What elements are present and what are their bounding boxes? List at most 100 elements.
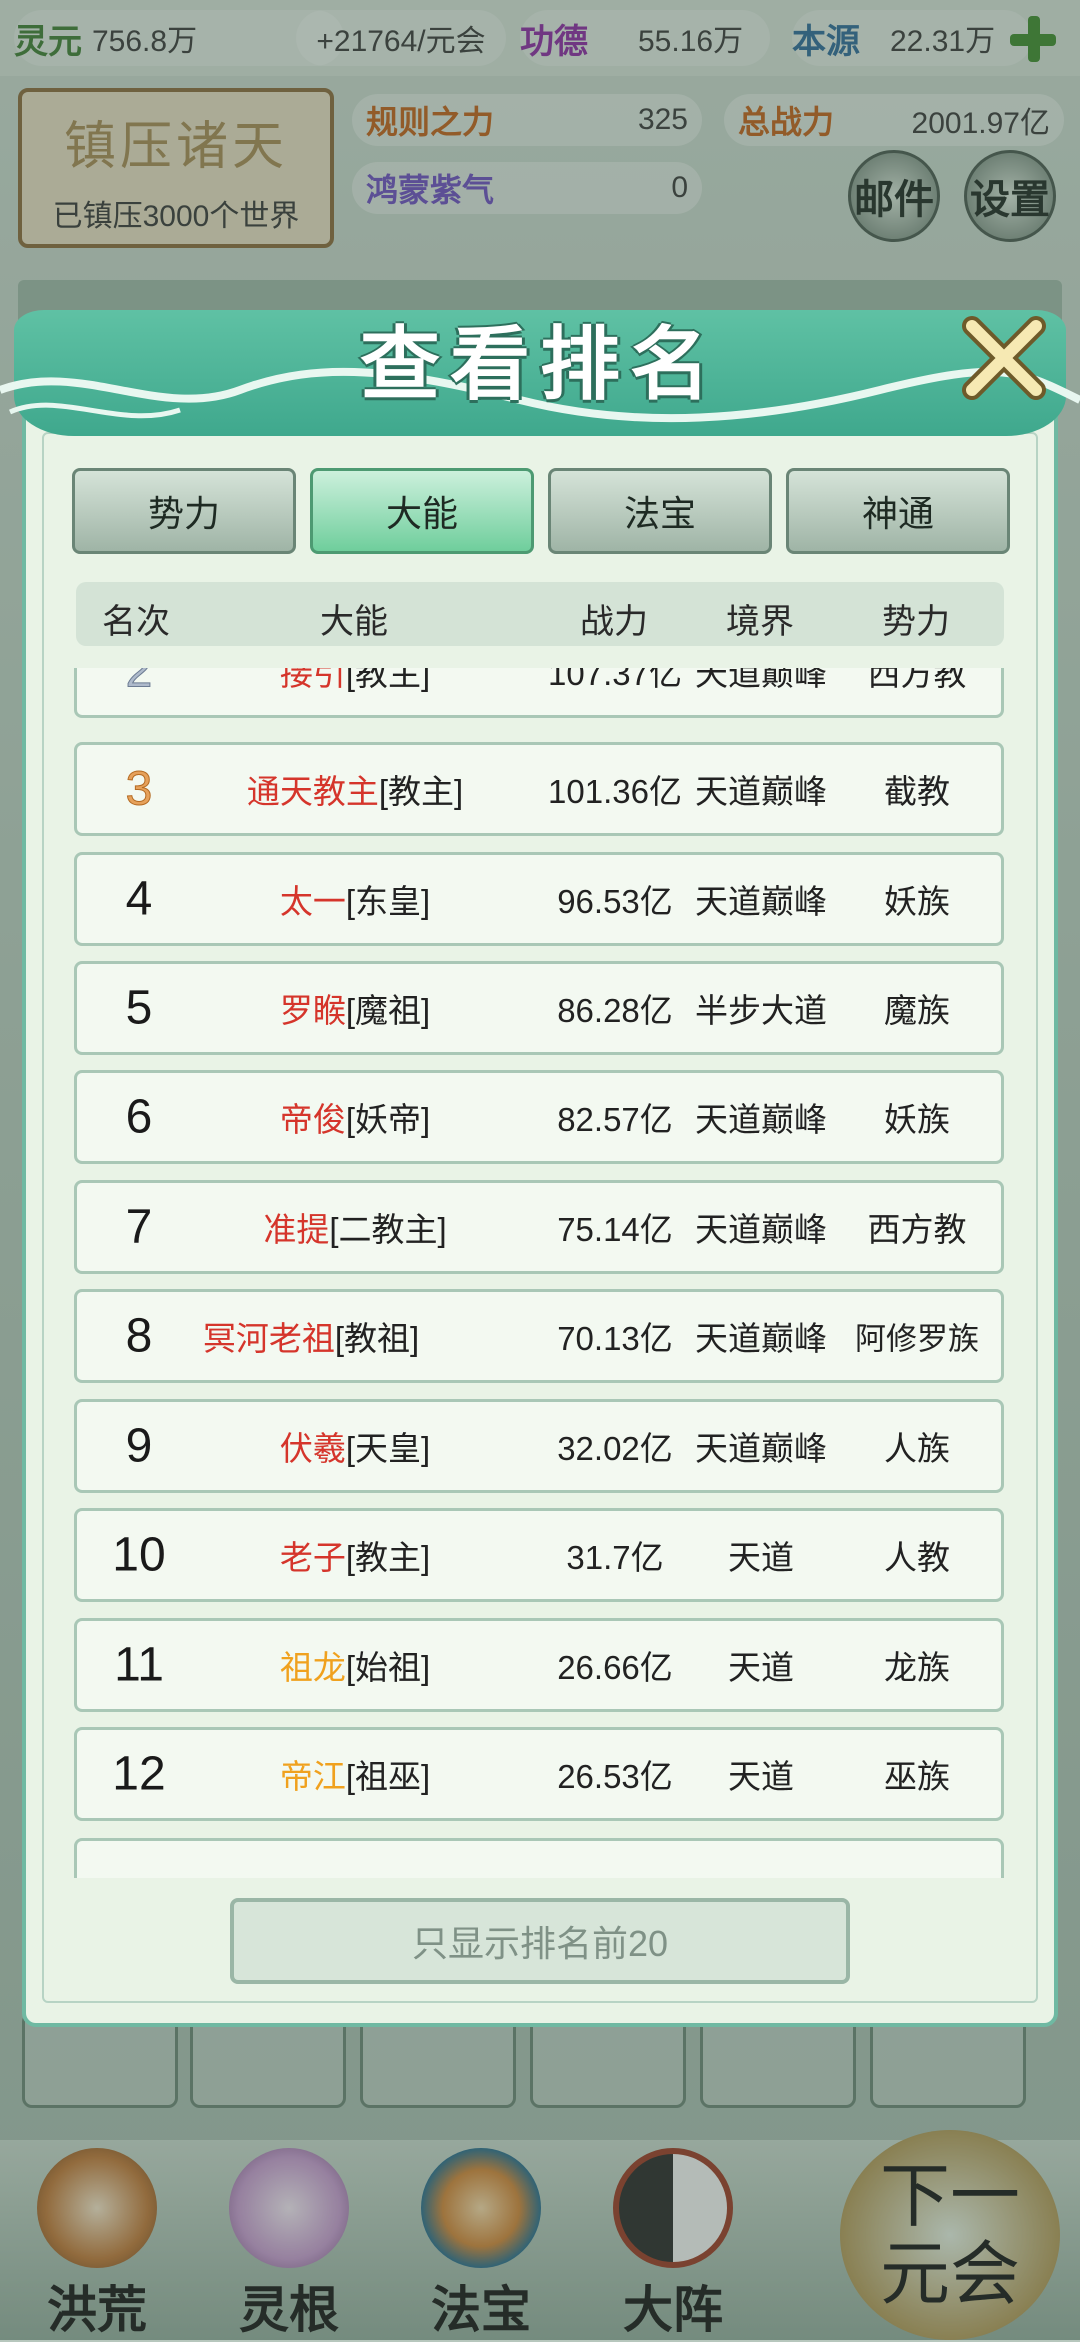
faction-cell: 妖族 — [884, 883, 950, 920]
name-text: 罗睺 — [279, 992, 346, 1029]
table-row[interactable]: 11 祖龙[始祖] 26.66亿 天道 龙族 — [74, 1618, 1004, 1712]
faction-cell: 人教 — [884, 1539, 950, 1576]
name-cell: 冥河老祖[教祖] — [203, 1312, 419, 1360]
rank-cell: 12 — [112, 1747, 166, 1801]
title-text: [东皇] — [345, 883, 431, 920]
table-row[interactable]: 9 伏羲[天皇] 32.02亿 天道巅峰 人族 — [74, 1399, 1004, 1493]
title-text: [二教主] — [329, 1211, 447, 1248]
col-realm: 境界 — [726, 603, 794, 641]
realm-cell: 天道 — [728, 1539, 794, 1576]
title-text: [教主] — [345, 668, 431, 692]
title-text: [教祖] — [334, 1320, 420, 1357]
table-row[interactable]: 10 老子[教主] 31.7亿 天道 人教 — [74, 1508, 1004, 1602]
faction-cell: 人族 — [884, 1430, 950, 1467]
power-cell: 96.53亿 — [557, 883, 673, 920]
name-text: 通天教主 — [246, 773, 379, 810]
name-text: 冥河老祖 — [202, 1320, 335, 1357]
col-faction: 势力 — [882, 603, 950, 641]
tab-daneng-label: 大能 — [385, 493, 458, 534]
table-row[interactable]: 7 准提[二教主] 75.14亿 天道巅峰 西方教 — [74, 1180, 1004, 1274]
faction-cell: 龙族 — [884, 1649, 950, 1686]
table-row-partial[interactable] — [74, 1838, 1004, 1878]
name-cell: 太一[东皇] — [280, 875, 430, 923]
realm-cell: 天道巅峰 — [695, 773, 827, 810]
col-power: 战力 — [580, 603, 648, 641]
name-cell: 接引[教主] — [280, 668, 430, 695]
name-text: 老子 — [279, 1539, 346, 1576]
realm-cell: 天道巅峰 — [695, 668, 827, 692]
name-text: 帝江 — [279, 1758, 346, 1795]
table-row[interactable]: 8 冥河老祖[教祖] 70.13亿 天道巅峰 阿修罗族 — [74, 1289, 1004, 1383]
name-cell: 通天教主[教主] — [247, 765, 463, 813]
faction-cell: 西方教 — [867, 1211, 967, 1248]
tab-fabao[interactable]: 法宝 — [548, 468, 772, 554]
realm-cell: 天道巅峰 — [695, 883, 827, 920]
rank-cell: 6 — [125, 1090, 153, 1144]
name-cell: 准提[二教主] — [263, 1203, 446, 1251]
dialog-title: 查看排名 — [360, 317, 720, 411]
faction-cell: 巫族 — [884, 1758, 950, 1795]
faction-cell: 西方教 — [867, 668, 967, 692]
ranking-list[interactable]: 2 接引[教主] 107.37亿 天道巅峰 西方教 3 通天教主[教主] 101… — [72, 668, 1008, 1878]
realm-cell: 天道巅峰 — [695, 1101, 827, 1138]
realm-cell: 天道 — [728, 1649, 794, 1686]
name-text: 准提 — [263, 1211, 330, 1248]
top20-filter-button[interactable]: 只显示排名前20 — [230, 1898, 850, 1984]
col-name: 大能 — [320, 603, 388, 641]
rank-cell: 7 — [125, 1200, 153, 1254]
name-text: 伏羲 — [279, 1430, 346, 1467]
name-cell: 帝俊[妖帝] — [280, 1093, 430, 1141]
name-cell: 伏羲[天皇] — [280, 1422, 430, 1470]
rank-cell: 3 — [125, 762, 153, 816]
name-text: 接引 — [279, 668, 346, 692]
rank-cell: 2 — [125, 668, 153, 698]
top20-filter-label: 只显示排名前20 — [411, 1923, 669, 1964]
name-text: 帝俊 — [279, 1101, 346, 1138]
realm-cell: 半步大道 — [695, 992, 827, 1029]
title-text: [天皇] — [345, 1430, 431, 1467]
name-cell: 罗睺[魔祖] — [280, 984, 430, 1032]
table-row[interactable]: 5 罗睺[魔祖] 86.28亿 半步大道 魔族 — [74, 961, 1004, 1055]
title-text: [魔祖] — [345, 992, 431, 1029]
faction-cell: 阿修罗族 — [855, 1321, 979, 1357]
rank-cell: 9 — [125, 1419, 153, 1473]
faction-cell: 截教 — [884, 773, 950, 810]
tab-shentong[interactable]: 神通 — [786, 468, 1010, 554]
column-header: 名次 大能 战力 境界 势力 — [76, 582, 1004, 646]
col-rank: 名次 — [102, 603, 170, 641]
name-cell: 帝江[祖巫] — [280, 1750, 430, 1798]
table-row[interactable]: 4 太一[东皇] 96.53亿 天道巅峰 妖族 — [74, 852, 1004, 946]
power-cell: 26.66亿 — [557, 1649, 673, 1686]
power-cell: 86.28亿 — [557, 992, 673, 1029]
rank-cell: 11 — [114, 1638, 164, 1692]
power-cell: 107.37亿 — [548, 668, 682, 692]
rank-cell: 4 — [125, 872, 153, 926]
name-text: 太一 — [279, 883, 346, 920]
realm-cell: 天道巅峰 — [695, 1320, 827, 1357]
title-text: [始祖] — [345, 1649, 431, 1686]
title-text: [教主] — [345, 1539, 431, 1576]
tab-shili[interactable]: 势力 — [72, 468, 296, 554]
title-text: [祖巫] — [345, 1758, 431, 1795]
power-cell: 70.13亿 — [557, 1320, 673, 1357]
rank-cell: 8 — [125, 1309, 153, 1363]
power-cell: 75.14亿 — [557, 1211, 673, 1248]
title-text: [妖帝] — [345, 1101, 431, 1138]
name-cell: 老子[教主] — [280, 1531, 430, 1579]
table-row[interactable]: 6 帝俊[妖帝] 82.57亿 天道巅峰 妖族 — [74, 1070, 1004, 1164]
power-cell: 31.7亿 — [566, 1539, 664, 1576]
close-icon[interactable] — [958, 312, 1050, 404]
realm-cell: 天道 — [728, 1758, 794, 1795]
table-row[interactable]: 2 接引[教主] 107.37亿 天道巅峰 西方教 — [74, 668, 1004, 718]
name-text: 祖龙 — [279, 1649, 346, 1686]
tab-daneng[interactable]: 大能 — [310, 468, 534, 554]
power-cell: 26.53亿 — [557, 1758, 673, 1795]
power-cell: 101.36亿 — [548, 773, 682, 810]
tab-shentong-label: 神通 — [861, 493, 934, 534]
table-row[interactable]: 3 通天教主[教主] 101.36亿 天道巅峰 截教 — [74, 742, 1004, 836]
realm-cell: 天道巅峰 — [695, 1430, 827, 1467]
tab-shili-label: 势力 — [147, 493, 220, 534]
name-cell: 祖龙[始祖] — [280, 1641, 430, 1689]
table-row[interactable]: 12 帝江[祖巫] 26.53亿 天道 巫族 — [74, 1727, 1004, 1821]
realm-cell: 天道巅峰 — [695, 1211, 827, 1248]
